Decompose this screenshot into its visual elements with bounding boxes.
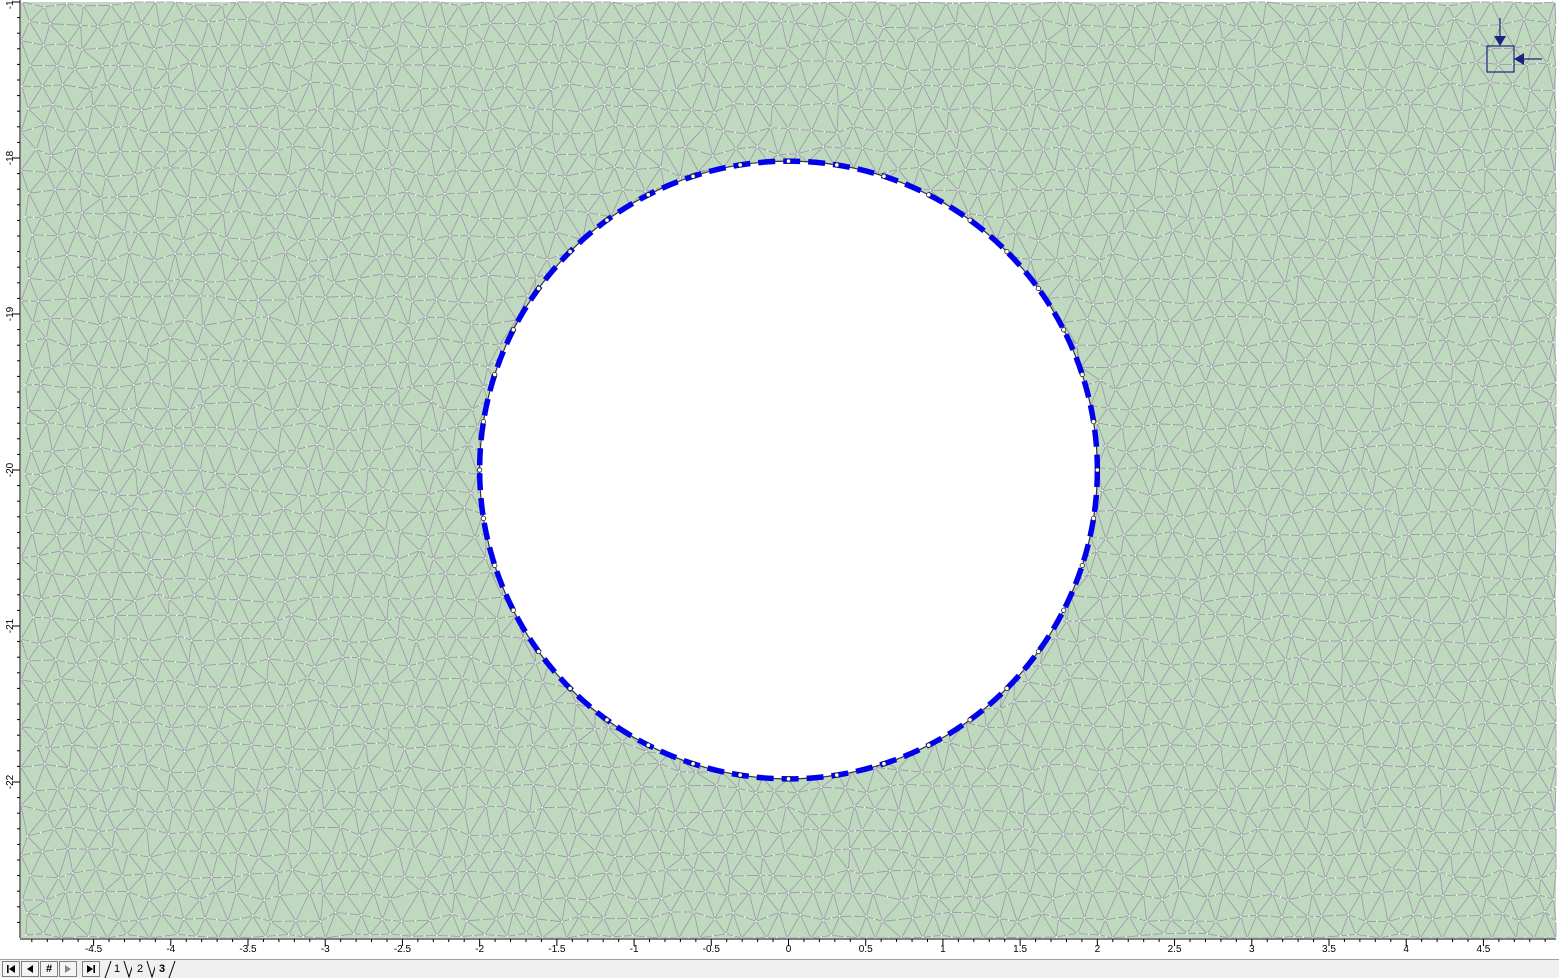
boundary-vertex[interactable] [1090,419,1097,425]
x-tick-label: 0.5 [859,944,873,955]
x-tick-label: 1 [940,944,946,955]
boundary-vertex[interactable] [881,173,887,179]
boundary-vertex[interactable] [567,685,573,691]
boundary-vertex[interactable] [690,173,696,179]
boundary-vertex[interactable] [785,776,792,782]
x-tick-label: 3 [1249,944,1255,955]
boundary-vertex[interactable] [1004,685,1010,691]
boundary-vertex[interactable] [1061,607,1067,613]
y-tick-label: -20 [5,462,16,477]
x-tick-label: 3.5 [1322,944,1336,955]
boundary-vertex[interactable] [737,162,743,168]
boundary-vertex[interactable] [1079,562,1085,569]
vertical-ruler: -17 -18 -19 -20 -21 -22 [0,0,21,942]
x-tick-label: 4 [1403,944,1409,955]
x-tick-label: 4.5 [1476,944,1490,955]
x-tick-label: -4.5 [85,944,103,955]
boundary-vertex[interactable] [492,562,498,569]
boundary-vertex[interactable] [536,648,542,655]
goto-stage-button[interactable]: # [40,961,58,977]
boundary-vertex[interactable] [510,607,516,613]
boundary-vertex[interactable] [926,192,932,198]
y-tick-label: -22 [5,774,16,789]
boundary-vertex[interactable] [967,717,973,723]
boundary-vertex[interactable] [967,217,973,223]
boundary-vertex[interactable] [881,761,887,767]
boundary-vertex[interactable] [480,419,487,425]
horizontal-ruler: -4.5 -4 -3.5 -3 -2.5 -2 -1.5 -1 -0.5 0 0.5 1 1.5 2 2.5… [0,938,1559,959]
boundary-vertex[interactable] [645,742,651,748]
boundary-vertex[interactable] [604,717,610,723]
first-stage-icon[interactable] [2,961,20,977]
boundary-vertex[interactable] [690,761,696,767]
boundary-vertex[interactable] [1004,249,1010,255]
y-tick-label: -18 [5,150,16,165]
x-tick-label: 0 [786,944,792,955]
circular-excavation[interactable] [476,158,1101,782]
mesh-region[interactable] [20,1,1557,939]
boundary-vertex[interactable] [480,515,487,521]
boundary-vertex[interactable] [645,192,651,198]
x-tick-label: -4 [166,944,175,955]
boundary-vertex[interactable] [536,285,542,292]
boundary-vertex[interactable] [567,249,573,255]
x-tick-label: -2.5 [394,944,412,955]
boundary-vertex[interactable] [737,772,743,778]
boundary-vertex[interactable] [1035,285,1041,292]
boundary-vertex[interactable] [1061,327,1067,333]
stage-navigation-bar: # 1 2 3 [0,959,1559,978]
boundary-vertex[interactable] [604,217,610,223]
boundary-vertex[interactable] [1090,515,1097,521]
x-tick-label: -3.5 [239,944,257,955]
y-tick-label: -17 [5,0,16,9]
x-tick-label: 2 [1095,944,1101,955]
boundary-vertex[interactable] [492,371,498,378]
boundary-vertex[interactable] [785,158,792,164]
boundary-vertex[interactable] [1079,371,1085,378]
boundary-vertex[interactable] [834,162,840,168]
model-viewport[interactable]: -17 -18 -19 -20 -21 -22 -4.5 -4 -3.5 -3 -2.5 -2 -1.… [0,0,1559,978]
x-tick-label: -0.5 [703,944,721,955]
goto-stage-label: # [45,962,53,975]
boundary-vertex[interactable] [510,327,516,333]
x-tick-label: -1 [630,944,639,955]
x-tick-label: -2 [475,944,484,955]
x-tick-label: 1.5 [1013,944,1027,955]
boundary-vertex[interactable] [926,742,932,748]
x-tick-label: -3 [321,944,330,955]
boundary-vertex[interactable] [834,772,840,778]
x-tick-label: -1.5 [548,944,566,955]
x-tick-label: 2.5 [1168,944,1182,955]
stage-tab-1[interactable]: 1 [114,962,120,976]
stage-tab-2[interactable]: 2 [137,962,143,976]
last-stage-icon[interactable] [82,961,100,977]
y-tick-label: -21 [5,618,16,633]
boundary-vertex[interactable] [1035,648,1041,655]
stage-tab-3[interactable]: 3 [159,962,165,976]
next-stage-icon[interactable] [59,961,77,977]
boundary-vertex[interactable] [477,467,483,473]
previous-stage-icon[interactable] [21,961,39,977]
boundary-vertex[interactable] [1094,467,1100,473]
y-tick-label: -19 [5,306,16,321]
